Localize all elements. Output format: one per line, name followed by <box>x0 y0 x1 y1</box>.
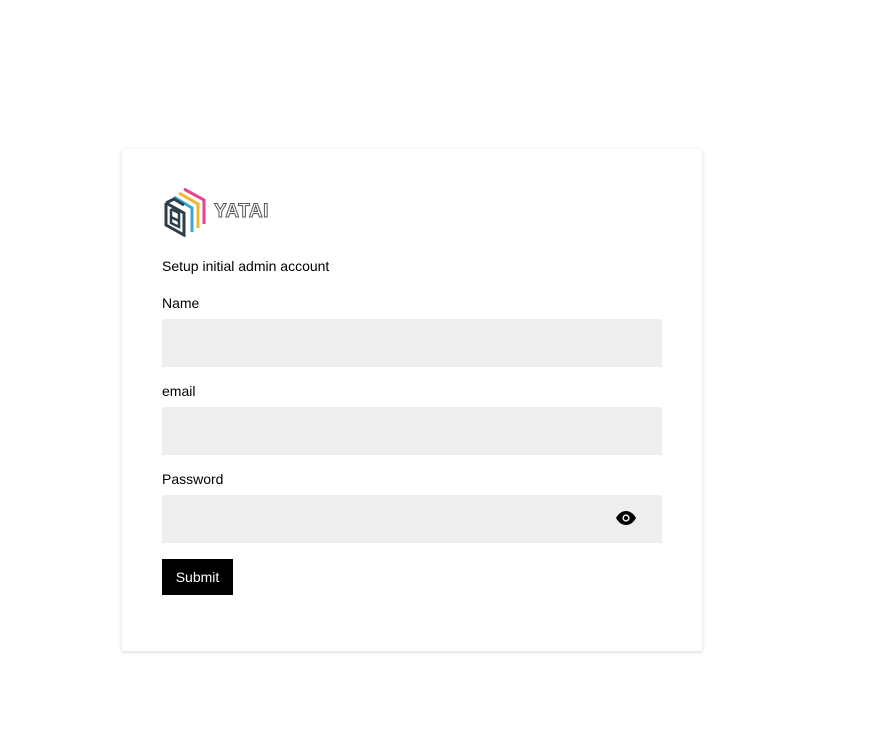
email-input[interactable] <box>162 407 662 455</box>
name-input[interactable] <box>162 319 662 367</box>
submit-button[interactable]: Submit <box>162 559 233 595</box>
brand-name: YATAI <box>214 201 269 223</box>
name-label: Name <box>162 295 200 311</box>
email-label: email <box>162 383 196 399</box>
brand-logo: YATAI <box>162 187 269 237</box>
password-input[interactable] <box>162 495 662 543</box>
password-label: Password <box>162 471 224 487</box>
setup-card: YATAI Setup initial admin account Name e… <box>122 149 702 651</box>
yatai-cube-icon <box>164 187 206 237</box>
form-subtitle: Setup initial admin account <box>162 258 330 274</box>
eye-icon[interactable] <box>615 510 637 526</box>
